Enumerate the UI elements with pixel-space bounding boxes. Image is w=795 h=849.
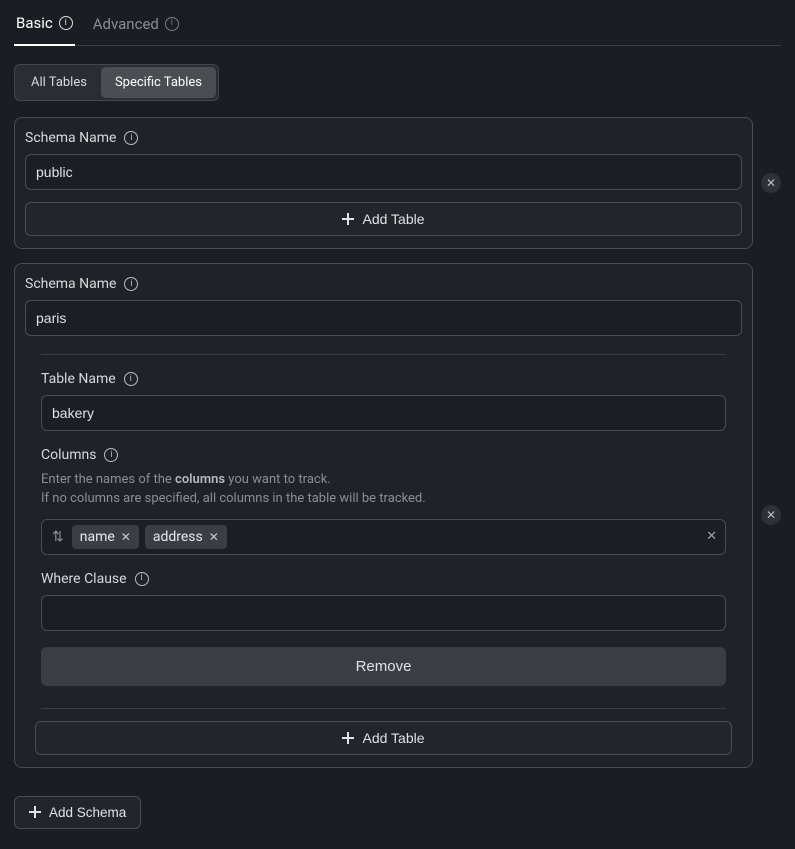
- table-block: Table Name Columns Enter the names of th…: [41, 354, 726, 686]
- add-schema-label: Add Schema: [49, 805, 126, 820]
- schema-name-label: Schema Name: [25, 276, 116, 292]
- column-tag: address ✕: [145, 525, 227, 549]
- info-icon: [59, 16, 73, 30]
- info-icon: [104, 448, 118, 462]
- add-schema-button[interactable]: Add Schema: [14, 796, 141, 829]
- schema-name-label: Schema Name: [25, 130, 116, 146]
- field-label: Table Name: [41, 371, 726, 387]
- table-name-label: Table Name: [41, 371, 116, 387]
- schema-card: Schema Name Add Table: [14, 117, 753, 249]
- field-label: Where Clause: [41, 571, 726, 587]
- schema-row: Schema Name Table Name Columns Enter the…: [14, 263, 781, 768]
- column-tag-label: name: [80, 529, 115, 545]
- help-text-part: If no columns are specified, all columns…: [41, 491, 426, 506]
- where-clause-input[interactable]: [41, 595, 726, 631]
- remove-schema-button[interactable]: ✕: [761, 505, 781, 525]
- tab-basic-label: Basic: [16, 14, 53, 32]
- segment-all-tables[interactable]: All Tables: [17, 67, 101, 98]
- columns-label: Columns: [41, 447, 96, 463]
- where-clause-label: Where Clause: [41, 571, 127, 587]
- remove-schema-button[interactable]: ✕: [761, 173, 781, 193]
- add-table-label: Add Table: [362, 211, 424, 227]
- field-label: Schema Name: [25, 276, 742, 292]
- table-name-input[interactable]: [41, 395, 726, 431]
- info-icon: [165, 17, 179, 31]
- info-icon: [124, 372, 138, 386]
- schema-card: Schema Name Table Name Columns Enter the…: [14, 263, 753, 768]
- add-table-button[interactable]: Add Table: [35, 721, 732, 755]
- help-text-part: Enter the names of the: [41, 472, 175, 487]
- divider: [41, 708, 726, 709]
- columns-tags-input[interactable]: ⇅ name ✕ address ✕ ✕: [41, 519, 726, 555]
- remove-tag-icon[interactable]: ✕: [121, 530, 131, 544]
- help-text-bold: columns: [175, 472, 225, 487]
- plus-icon: [342, 732, 354, 744]
- schema-name-input[interactable]: [25, 300, 742, 336]
- mode-tabs: Basic Advanced: [14, 0, 781, 46]
- remove-tag-icon[interactable]: ✕: [209, 530, 219, 544]
- info-icon: [124, 277, 138, 291]
- sort-handle-icon[interactable]: ⇅: [50, 529, 66, 545]
- add-table-label: Add Table: [362, 730, 424, 746]
- remove-table-button[interactable]: Remove: [41, 647, 726, 686]
- add-table-button[interactable]: Add Table: [25, 202, 742, 236]
- segment-specific-tables[interactable]: Specific Tables: [101, 67, 216, 98]
- tab-advanced-label: Advanced: [93, 15, 159, 33]
- column-tag-label: address: [153, 529, 203, 545]
- plus-icon: [342, 213, 354, 225]
- help-text-part: you want to track.: [225, 472, 331, 487]
- info-icon: [135, 572, 149, 586]
- column-tag: name ✕: [72, 525, 139, 549]
- columns-help-text: Enter the names of the columns you want …: [41, 471, 726, 509]
- tab-basic[interactable]: Basic: [14, 0, 75, 46]
- schema-row: Schema Name Add Table ✕: [14, 117, 781, 249]
- field-label: Columns: [41, 447, 726, 463]
- info-icon: [124, 131, 138, 145]
- table-scope-segmented: All Tables Specific Tables: [14, 64, 219, 101]
- clear-all-tags-icon[interactable]: ✕: [706, 529, 717, 544]
- field-label: Schema Name: [25, 130, 742, 146]
- schema-name-input[interactable]: [25, 154, 742, 190]
- tab-advanced[interactable]: Advanced: [91, 0, 181, 45]
